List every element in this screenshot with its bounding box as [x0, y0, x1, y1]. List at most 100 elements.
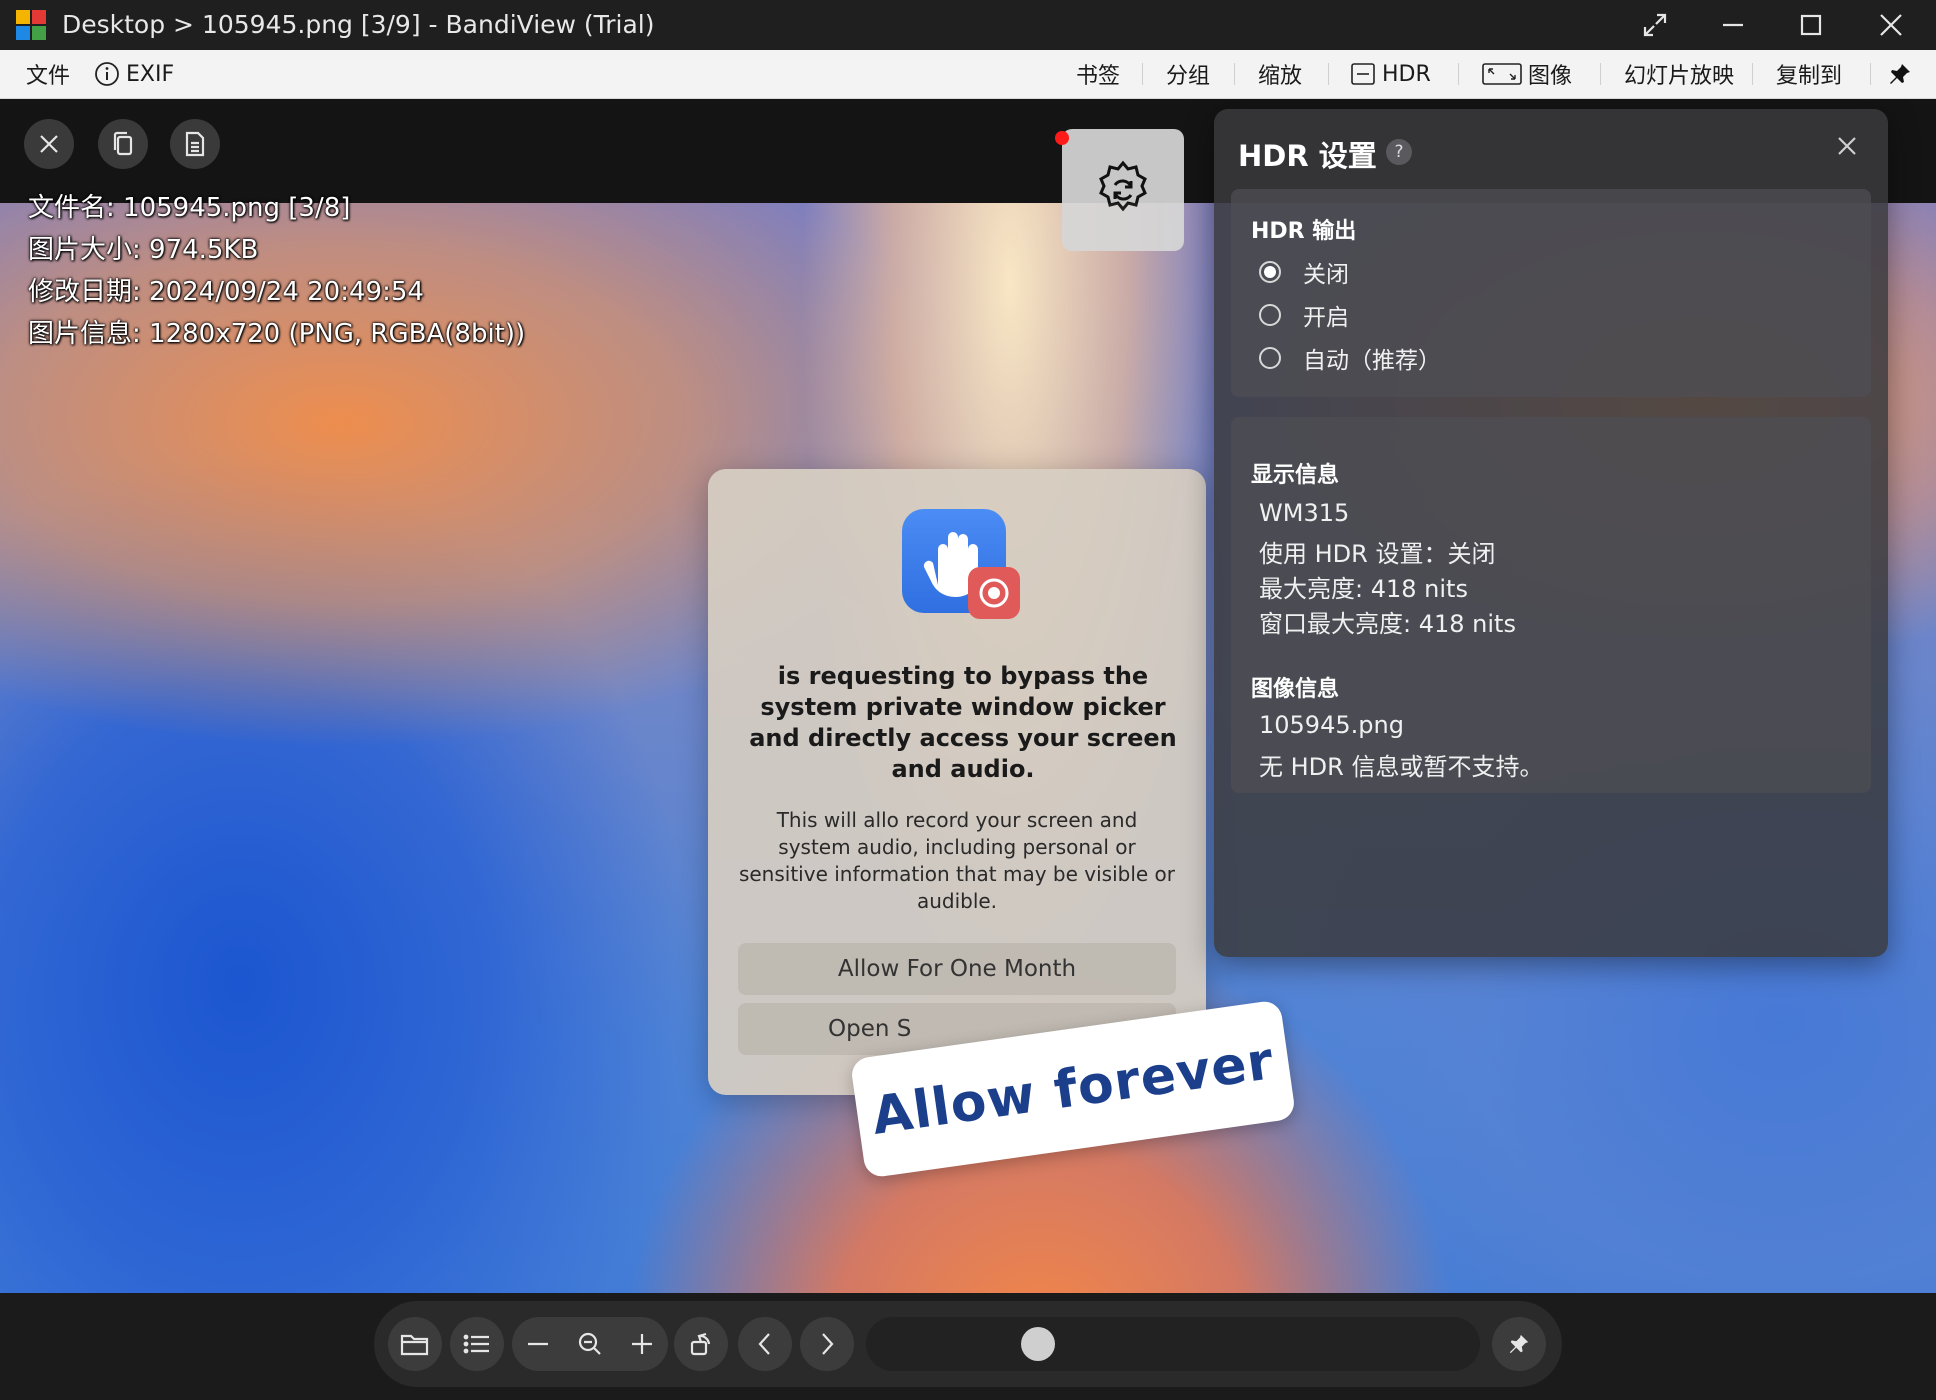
menu-exif-label: EXIF — [126, 61, 175, 87]
permission-dialog-image: is requesting to bypass the system priva… — [708, 469, 1206, 1095]
dialog-title: is requesting to bypass the system priva… — [749, 662, 1177, 783]
info-dimensions: 图片信息: 1280x720 (PNG, RGBA(8bit)) — [28, 319, 526, 349]
slider-thumb[interactable] — [1021, 1327, 1055, 1361]
close-icon — [40, 135, 58, 153]
copy-image-button[interactable] — [98, 119, 148, 169]
fullscreen-button[interactable] — [1616, 0, 1694, 50]
hdr-option-off[interactable]: 关闭 — [1259, 255, 1349, 289]
hdr-option-auto[interactable]: 自动（推荐） — [1259, 341, 1441, 375]
info-icon — [95, 62, 119, 86]
maximize-button[interactable] — [1772, 0, 1850, 50]
menu-file-label: 文件 — [26, 64, 71, 89]
image-viewer[interactable]: 文件名: 105945.png [3/8] 图片大小: 974.5KB 修改日期… — [0, 99, 1936, 1293]
file-list-button[interactable] — [450, 1317, 504, 1371]
gear-sync-icon — [1099, 160, 1147, 212]
menu-divider — [1142, 63, 1143, 85]
chevron-right-icon — [822, 1333, 834, 1355]
hdr-settings-panel: HDR 设置 ? HDR 输出 关闭 开启 自动（推荐） 显示信息 WM315 — [1214, 109, 1888, 957]
menu-divider — [1458, 63, 1459, 85]
menu-group[interactable]: 分组 — [1166, 50, 1210, 98]
chevron-left-icon — [758, 1333, 770, 1355]
menu-divider — [1234, 63, 1235, 85]
bandiview-logo-icon — [16, 10, 46, 40]
plus-icon — [632, 1334, 652, 1354]
hdr-option-off-label: 关闭 — [1303, 262, 1349, 288]
menu-group-label: 分组 — [1166, 64, 1211, 89]
zoom-out-button[interactable] — [512, 1317, 564, 1371]
rotate-icon — [690, 1332, 711, 1356]
image-resize-icon — [1482, 63, 1522, 85]
settings-tile — [1062, 129, 1184, 251]
info-filename: 文件名: 105945.png [3/8] — [28, 193, 351, 223]
pin-toolbar-button[interactable] — [1492, 1317, 1546, 1371]
menu-divider — [1600, 63, 1601, 85]
hdr-option-on-label: 开启 — [1303, 305, 1349, 331]
image-position-slider[interactable] — [866, 1317, 1480, 1371]
hdr-output-heading: HDR 输出 — [1251, 219, 1357, 244]
allow-month-button: Allow For One Month — [738, 943, 1176, 995]
menu-image[interactable]: 图像 — [1482, 50, 1572, 98]
display-model: WM315 — [1259, 499, 1350, 527]
menu-divider — [1752, 63, 1753, 85]
radio-selected-icon — [1259, 261, 1281, 283]
hdr-option-on[interactable]: 开启 — [1259, 298, 1349, 332]
copy-icon — [113, 131, 133, 156]
hdr-output-card: HDR 输出 关闭 开启 自动（推荐） — [1231, 189, 1871, 397]
zoom-fit-button[interactable] — [564, 1317, 616, 1371]
display-info-heading: 显示信息 — [1251, 463, 1340, 488]
close-icon — [1880, 14, 1902, 36]
menu-image-label: 图像 — [1528, 64, 1573, 89]
close-image-button[interactable] — [24, 119, 74, 169]
toolbar-pill — [374, 1301, 1562, 1387]
hdr-panel-title: HDR 设置 — [1238, 139, 1377, 173]
close-window-button[interactable] — [1852, 0, 1930, 50]
radio-icon — [1259, 304, 1281, 326]
radio-icon — [1259, 347, 1281, 369]
image-filename: 105945.png — [1259, 711, 1404, 739]
menu-divider — [1328, 63, 1329, 85]
menu-exif[interactable]: EXIF — [94, 50, 174, 98]
menu-copy-to[interactable]: 复制到 — [1776, 50, 1842, 98]
minimize-button[interactable] — [1694, 0, 1772, 50]
rotate-button[interactable] — [674, 1317, 728, 1371]
menu-hdr-label: HDR — [1382, 61, 1431, 87]
hdr-info-card: 显示信息 WM315 使用 HDR 设置：关闭 最大亮度: 418 nits 窗… — [1231, 417, 1871, 793]
help-button[interactable]: ? — [1386, 139, 1412, 165]
info-modified: 修改日期: 2024/09/24 20:49:54 — [28, 277, 424, 307]
menu-file[interactable]: 文件 — [26, 50, 70, 98]
menu-slideshow-label: 幻灯片放映 — [1624, 64, 1735, 89]
document-icon — [185, 131, 205, 157]
close-panel-icon[interactable] — [1832, 131, 1862, 161]
zoom-controls — [512, 1317, 668, 1371]
record-icon — [968, 567, 1020, 619]
notification-dot — [1055, 131, 1069, 145]
pin-menubar-button[interactable] — [1888, 50, 1912, 98]
image-info-overlay: 文件名: 105945.png [3/8] 图片大小: 974.5KB 修改日期… — [28, 187, 525, 355]
open-folder-button[interactable] — [388, 1317, 442, 1371]
menu-bookmark[interactable]: 书签 — [1076, 50, 1120, 98]
magnifier-icon — [578, 1332, 601, 1355]
display-max-brightness: 最大亮度: 418 nits — [1259, 575, 1468, 603]
menu-slideshow[interactable]: 幻灯片放映 — [1624, 50, 1734, 98]
display-hdr-setting: 使用 HDR 设置：关闭 — [1259, 540, 1496, 568]
info-size: 图片大小: 974.5KB — [28, 235, 259, 265]
menu-hdr[interactable]: HDR — [1350, 50, 1431, 98]
menu-zoom[interactable]: 缩放 — [1258, 50, 1302, 98]
window-title: Desktop > 105945.png [3/9] - BandiView (… — [62, 10, 655, 39]
next-image-button[interactable] — [800, 1317, 854, 1371]
help-label: ? — [1394, 142, 1404, 162]
menu-divider — [1870, 63, 1871, 85]
zoom-in-button[interactable] — [616, 1317, 668, 1371]
menu-zoom-label: 缩放 — [1258, 64, 1303, 89]
minus-icon — [528, 1342, 548, 1346]
expand-icon — [1643, 13, 1667, 37]
previous-image-button[interactable] — [738, 1317, 792, 1371]
image-info-heading: 图像信息 — [1251, 677, 1340, 702]
display-window-brightness: 窗口最大亮度: 418 nits — [1259, 610, 1516, 638]
maximize-icon — [1800, 14, 1822, 36]
dialog-body: This will allo record your screen and sy… — [738, 808, 1176, 913]
file-info-button[interactable] — [170, 119, 220, 169]
title-bar: Desktop > 105945.png [3/9] - BandiView (… — [0, 0, 1936, 50]
pin-icon — [1890, 64, 1910, 84]
menu-bar: 文件 EXIF 书签 分组 缩放 HDR 图像 幻灯片放映 复制到 — [0, 50, 1936, 99]
